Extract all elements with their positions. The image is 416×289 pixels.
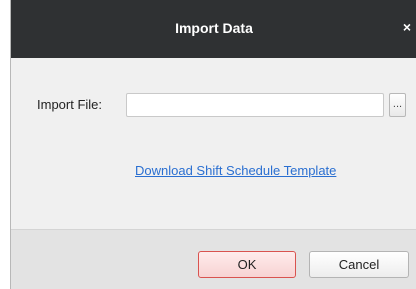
cancel-button[interactable]: Cancel xyxy=(309,251,409,278)
browse-button[interactable]: ... xyxy=(389,93,406,117)
ok-button[interactable]: OK xyxy=(198,251,296,278)
close-icon[interactable]: × xyxy=(400,20,414,34)
dialog-titlebar: Import Data × xyxy=(11,0,416,58)
import-data-dialog: Import Data × Import File: ... Download … xyxy=(10,0,416,289)
download-template-link[interactable]: Download Shift Schedule Template xyxy=(135,163,336,178)
import-file-label: Import File: xyxy=(37,97,103,112)
dialog-title: Import Data xyxy=(175,20,253,36)
dialog-footer: OK Cancel xyxy=(11,229,416,289)
import-file-input[interactable] xyxy=(126,93,384,117)
dialog-body: Import File: ... Download Shift Schedule… xyxy=(11,58,416,229)
